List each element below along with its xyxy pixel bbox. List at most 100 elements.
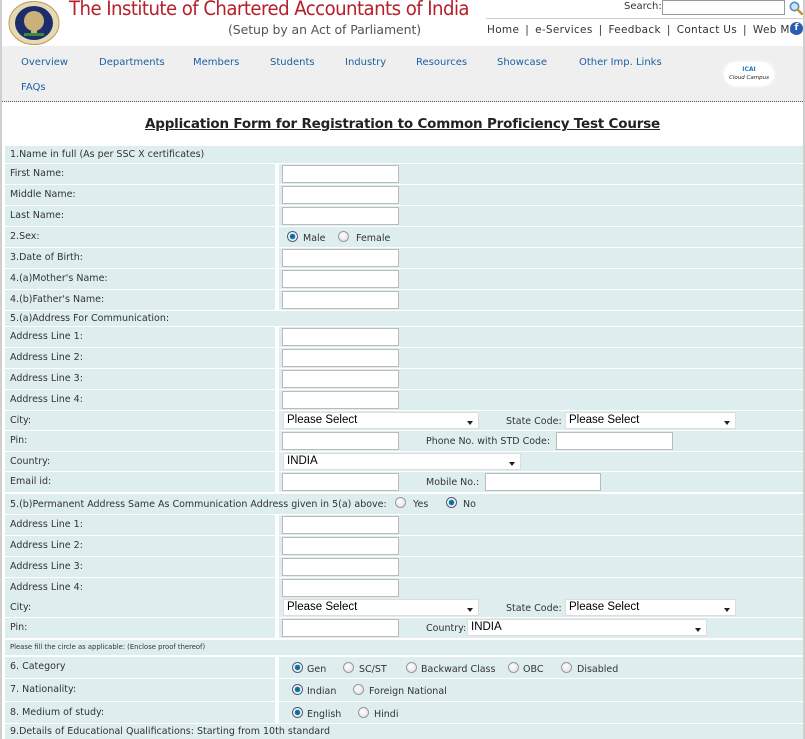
perm-address-line1-input[interactable]: [282, 516, 399, 534]
category-gen-radio[interactable]: [292, 662, 303, 673]
category-disabled-radio[interactable]: [561, 662, 572, 673]
comm-address-line4-label: Address Line 4:: [10, 394, 83, 405]
column-divider: [275, 327, 279, 347]
comm-address-line2-label: Address Line 2:: [10, 352, 83, 363]
medium-hindi-radio[interactable]: [358, 707, 369, 718]
perm-city-select[interactable]: Please Select: [283, 599, 479, 616]
search-input[interactable]: [662, 0, 785, 15]
email-input[interactable]: [282, 473, 399, 491]
category-backward-class-label[interactable]: Backward Class: [421, 664, 495, 675]
link-contact-us[interactable]: Contact Us: [677, 24, 737, 36]
medium-hindi-label[interactable]: Hindi: [374, 709, 398, 720]
sex-male-radio[interactable]: [287, 231, 298, 242]
category-obc-label[interactable]: OBC: [523, 664, 543, 675]
perm-state-select[interactable]: Please Select: [565, 599, 736, 616]
nav-other-imp-links[interactable]: Other Imp. Links: [579, 57, 662, 68]
nationality-foreign-label[interactable]: Foreign National: [369, 686, 447, 697]
dob-input[interactable]: [282, 249, 399, 267]
nav-showcase[interactable]: Showcase: [497, 57, 547, 68]
comm-city-select[interactable]: Please Select: [283, 412, 479, 429]
comm-country-label: Country:: [10, 456, 51, 467]
form-title: Application Form for Registration to Com…: [144, 116, 660, 132]
comm-address-line4-input[interactable]: [282, 391, 399, 409]
sex-label: 2.Sex:: [10, 231, 40, 242]
category-scst-radio[interactable]: [343, 662, 354, 673]
page: The Institute of Chartered Accountants o…: [0, 0, 805, 739]
perm-state-select-value: Please Select: [569, 601, 640, 613]
last-name-input[interactable]: [282, 207, 399, 225]
nationality-indian-radio[interactable]: [292, 684, 303, 695]
sex-female-radio[interactable]: [338, 231, 349, 242]
column-divider: [275, 472, 279, 492]
perm-same-yes-label[interactable]: Yes: [413, 499, 428, 510]
category-row: 6. Category Gen SC/ST Backward Class OBC…: [5, 657, 803, 678]
education-section-label: 9.Details of Educational Qualifications:…: [10, 726, 331, 737]
perm-address-line4-label: Address Line 4:: [10, 582, 83, 593]
comm-address-line1-row: Address Line 1:: [5, 327, 803, 347]
comm-address-line2-input[interactable]: [282, 349, 399, 367]
facebook-icon[interactable]: f: [790, 22, 803, 35]
middle-name-input[interactable]: [282, 186, 399, 204]
comm-country-select[interactable]: INDIA: [283, 453, 521, 470]
perm-pin-input[interactable]: [282, 619, 399, 637]
category-disabled-label[interactable]: Disabled: [577, 664, 618, 675]
nav-industry[interactable]: Industry: [345, 57, 386, 68]
nav-members[interactable]: Members: [193, 57, 239, 68]
nav-departments[interactable]: Departments: [99, 57, 165, 68]
category-backward-class-radio[interactable]: [406, 662, 417, 673]
perm-same-no-radio[interactable]: [446, 497, 457, 508]
perm-address-line3-label: Address Line 3:: [10, 561, 83, 572]
perm-address-line4-row: Address Line 4:: [5, 578, 803, 598]
perm-same-yes-radio[interactable]: [395, 497, 406, 508]
comm-city-label: City:: [10, 415, 32, 426]
nav-students[interactable]: Students: [270, 57, 315, 68]
comm-state-select[interactable]: Please Select: [565, 412, 736, 429]
phone-input[interactable]: [556, 432, 673, 450]
perm-address-line2-input[interactable]: [282, 537, 399, 555]
comm-state-code-label: State Code:: [506, 416, 562, 427]
first-name-row: First Name:: [5, 164, 803, 184]
icai-cloud-campus-logo[interactable]: ICAI Cloud Campus: [724, 62, 774, 86]
father-name-row: 4.(b)Father's Name:: [5, 290, 803, 310]
category-gen-label[interactable]: Gen: [307, 664, 326, 675]
comm-address-line1-input[interactable]: [282, 328, 399, 346]
medium-english-radio[interactable]: [292, 707, 303, 718]
column-divider: [275, 431, 279, 451]
phone-label: Phone No. with STD Code:: [426, 436, 551, 447]
name-section-header: 1.Name in full (As per SSC X certificate…: [5, 146, 803, 163]
category-scst-label[interactable]: SC/ST: [359, 664, 387, 675]
nav-faqs[interactable]: FAQs: [21, 82, 46, 93]
nationality-indian-label[interactable]: Indian: [307, 686, 336, 697]
category-obc-radio[interactable]: [508, 662, 519, 673]
mobile-input[interactable]: [485, 473, 601, 491]
link-home[interactable]: Home: [487, 24, 519, 36]
nav-resources[interactable]: Resources: [416, 57, 467, 68]
perm-address-line4-input[interactable]: [282, 579, 399, 597]
link-e-services[interactable]: e-Services: [535, 24, 593, 36]
sex-male-label[interactable]: Male: [303, 233, 326, 244]
nationality-foreign-radio[interactable]: [353, 684, 364, 695]
education-header: 9.Details of Educational Qualifications:…: [5, 724, 803, 739]
comm-state-select-value: Please Select: [569, 414, 640, 426]
perm-state-code-label: State Code:: [506, 603, 562, 614]
comm-address-header: 5.(a)Address For Communication:: [5, 311, 803, 326]
perm-address-line3-input[interactable]: [282, 558, 399, 576]
chevron-down-icon: [467, 421, 473, 425]
first-name-input[interactable]: [282, 165, 399, 183]
cloud-campus-line2: Cloud Campus: [729, 75, 769, 81]
email-row: Email id: Mobile No.:: [5, 472, 803, 492]
comm-address-line3-input[interactable]: [282, 370, 399, 388]
perm-country-select[interactable]: INDIA: [467, 619, 707, 636]
perm-country-label: Country:: [426, 623, 467, 634]
column-divider: [275, 598, 279, 617]
father-name-input[interactable]: [282, 291, 399, 309]
perm-same-no-label[interactable]: No: [463, 499, 476, 510]
perm-address-section-label: 5.(b)Permanent Address Same As Communica…: [10, 499, 387, 510]
nav-overview[interactable]: Overview: [21, 57, 68, 68]
medium-english-label[interactable]: English: [307, 709, 341, 720]
sex-female-label[interactable]: Female: [356, 233, 390, 244]
search-icon[interactable]: [789, 1, 803, 15]
comm-pin-input[interactable]: [282, 432, 399, 450]
mother-name-input[interactable]: [282, 270, 399, 288]
link-feedback[interactable]: Feedback: [608, 24, 660, 36]
